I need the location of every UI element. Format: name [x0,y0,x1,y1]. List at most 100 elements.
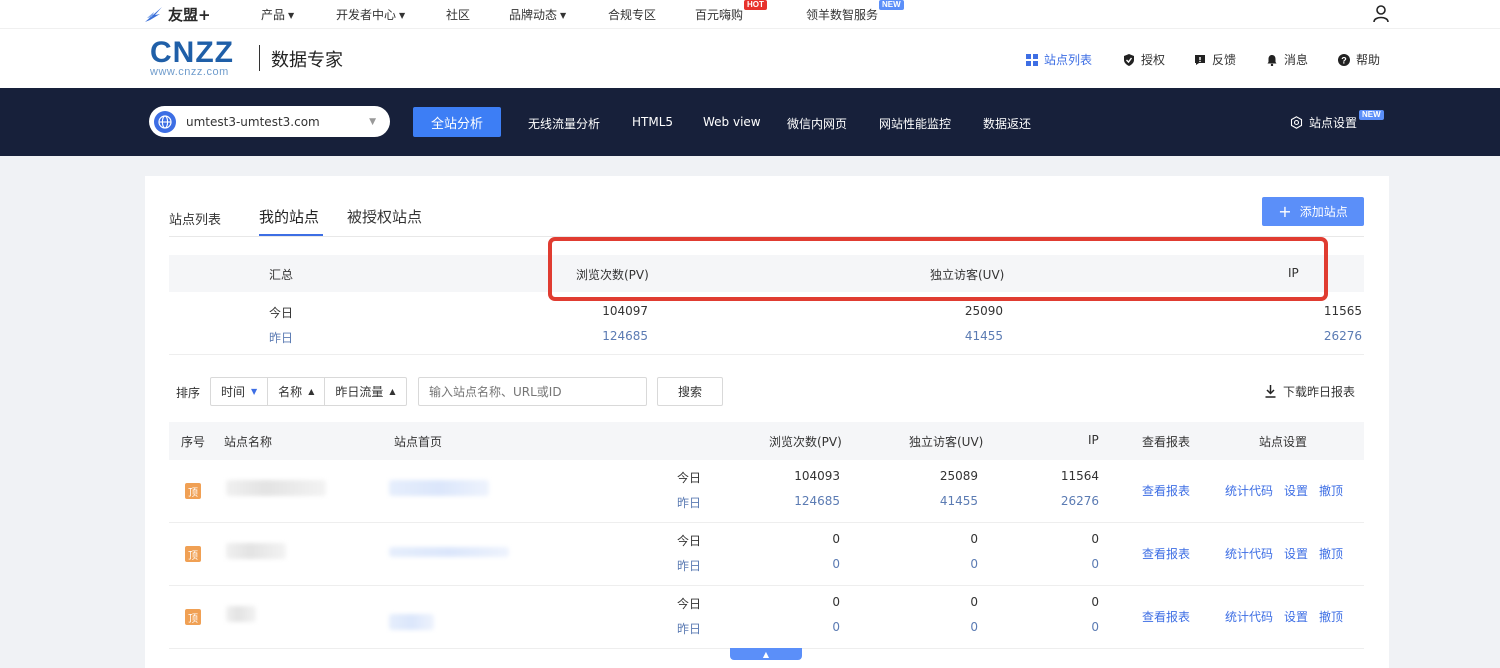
row-ip-yesterday: 0 [1091,557,1099,571]
hot-badge: HOT [744,0,767,10]
row-today-label: 今日 [677,534,702,548]
header-link-authorize[interactable]: 授权 [1123,51,1165,68]
summary-today-ip: 11565 [1323,304,1362,318]
sort-desc-icon: ▼ [251,387,258,396]
nav-item-products[interactable]: 产品 ▼ [261,6,294,23]
sort-asc-icon: ▲ [308,387,315,396]
tab-site-analysis[interactable]: 全站分析 [413,107,501,137]
download-icon [1265,385,1276,398]
add-site-button[interactable]: + 添加站点 [1262,197,1364,226]
product-title: 数据专家 [271,50,343,71]
site-url-redacted[interactable] [389,547,509,557]
download-report-link[interactable]: 下载昨日报表 [1265,383,1355,400]
row-uv-today: 0 [970,532,978,546]
gear-icon [1290,116,1303,129]
site-name-redacted [226,543,286,559]
header-link-help[interactable]: ? 帮助 [1338,51,1380,68]
nav-item-promo[interactable]: 百元嗨购 HOT [695,0,767,23]
plus-icon: + [1278,201,1292,221]
sort-asc-icon: ▲ [389,387,396,396]
table-row: 顶 今日 昨日 104093 124685 25089 41455 11564 … [169,460,1364,523]
cnzz-logo[interactable]: CNZZ www.cnzz.com [150,36,234,78]
tab-html5[interactable]: HTML5 [632,115,673,129]
row-ip-today: 0 [1091,532,1099,546]
sites-table-header: 序号 站点名称 站点首页 浏览次数(PV) 独立访客(UV) IP 查看报表 站… [169,422,1364,460]
site-search-input[interactable] [418,377,647,406]
tab-my-sites[interactable]: 我的站点 [259,206,319,227]
tab-performance[interactable]: 网站性能监控 [879,115,951,132]
site-url-redacted[interactable] [389,480,489,496]
summary-today-pv: 104097 [602,304,648,318]
help-icon: ? [1338,53,1350,66]
row-uv-today: 0 [970,595,978,609]
row-yesterday-label: 昨日 [677,622,702,636]
th-pv: 浏览次数(PV) [769,435,842,449]
nav-item-brand-news[interactable]: 品牌动态 ▼ [509,6,566,23]
sort-label: 排序 [176,386,201,400]
view-report-link[interactable]: 查看报表 [1142,545,1190,562]
user-icon[interactable] [1373,5,1389,23]
umeng-logo[interactable]: 友盟+ [144,4,211,25]
view-report-link[interactable]: 查看报表 [1142,482,1190,499]
new-badge: NEW [1359,109,1384,120]
row-ip-yesterday: 0 [1091,620,1099,634]
summary-today-uv: 25090 [964,304,1003,318]
sort-by-time[interactable]: 时间 ▼ [211,378,269,405]
tracking-code-link[interactable]: 统计代码 [1225,482,1273,499]
nav-item-lingyang[interactable]: 领羊数智服务 NEW [806,0,904,23]
product-header: CNZZ www.cnzz.com 数据专家 站点列表 授权 反馈 消息 ? 帮… [0,28,1500,88]
nav-item-community[interactable]: 社区 [446,6,470,23]
summary-today-label: 今日 [269,306,294,320]
scroll-up-tab[interactable]: ▲ [730,648,802,660]
bell-icon [1267,54,1277,66]
th-homepage: 站点首页 [394,435,443,449]
settings-link[interactable]: 设置 [1284,482,1308,499]
unpin-link[interactable]: 撤顶 [1319,608,1343,625]
tab-wechat-pages[interactable]: 微信内网页 [787,115,847,132]
pinned-badge: 顶 [185,483,201,499]
row-uv-yesterday: 0 [970,620,978,634]
tab-data-return[interactable]: 数据返还 [983,115,1031,132]
table-row: 顶 今日 昨日 0 0 0 0 0 0 查看报表 统计代码 设置 撤顶 [169,523,1364,586]
nav-item-developer[interactable]: 开发者中心 ▼ [336,6,405,23]
tab-wireless-traffic[interactable]: 无线流量分析 [528,115,600,132]
search-button[interactable]: 搜索 [657,377,723,406]
tab-authorized-sites[interactable]: 被授权站点 [347,206,422,227]
panel-title: 站点列表 [169,213,222,228]
site-url-redacted[interactable] [389,614,434,630]
pinned-badge: 顶 [185,609,201,625]
unpin-link[interactable]: 撤顶 [1319,545,1343,562]
row-uv-yesterday: 41455 [939,494,978,508]
selected-site: umtest3-umtest3.com [186,114,320,129]
settings-link[interactable]: 设置 [1284,608,1308,625]
row-yesterday-label: 昨日 [677,559,702,573]
caret-down-icon: ▼ [560,11,567,20]
nav-item-compliance[interactable]: 合规专区 [608,6,656,23]
brand-name: 友盟+ [168,6,211,24]
chevron-up-icon: ▲ [762,649,770,659]
tab-webview[interactable]: Web view [703,115,761,129]
view-report-link[interactable]: 查看报表 [1142,608,1190,625]
bird-logo-icon [145,6,162,22]
tracking-code-link[interactable]: 统计代码 [1225,545,1273,562]
site-settings-link[interactable]: 站点设置 NEW [1290,109,1384,131]
site-selector[interactable]: umtest3-umtest3.com ▼ [149,106,390,137]
feedback-icon [1195,54,1205,65]
row-uv-yesterday: 0 [970,557,978,571]
row-ip-today: 11564 [1060,469,1099,483]
grid-icon [1026,53,1038,66]
settings-link[interactable]: 设置 [1284,545,1308,562]
site-name-redacted [226,480,326,496]
header-link-feedback[interactable]: 反馈 [1194,51,1236,68]
sort-by-name[interactable]: 名称 ▲ [268,378,326,405]
header-link-site-list[interactable]: 站点列表 [1026,51,1092,68]
th-view-report: 查看报表 [1142,435,1191,449]
globe-icon [154,110,176,133]
sort-by-yesterday-traffic[interactable]: 昨日流量 ▲ [325,378,405,405]
th-site-settings: 站点设置 [1259,435,1308,449]
row-today-label: 今日 [677,471,702,485]
cnzz-logo-text: CNZZ [150,36,234,69]
tracking-code-link[interactable]: 统计代码 [1225,608,1273,625]
header-link-messages[interactable]: 消息 [1266,51,1308,68]
unpin-link[interactable]: 撤顶 [1319,482,1343,499]
